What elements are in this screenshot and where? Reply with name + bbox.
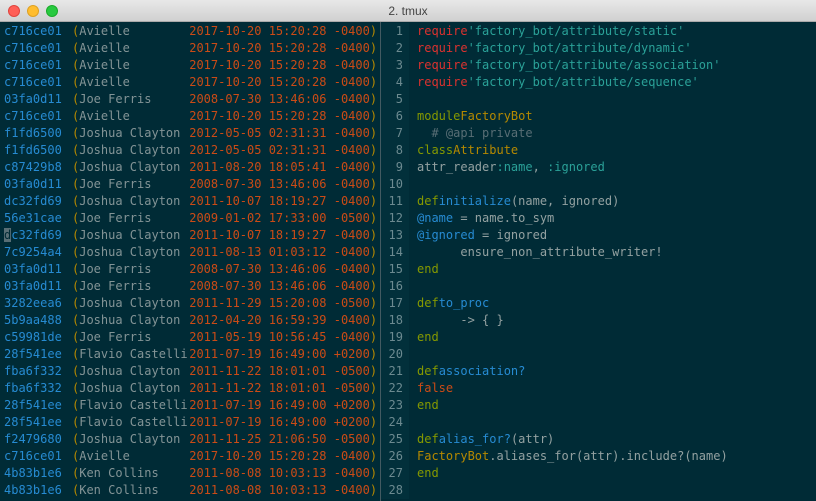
blame-row: c716ce01(Avielle2017-10-20 15:20:28 -040… <box>4 448 380 465</box>
code-line: 5 <box>381 91 816 108</box>
line-number: 9 <box>381 159 409 176</box>
line-number: 2 <box>381 40 409 57</box>
code-line: 18 -> { } <box>381 312 816 329</box>
code-line: 16 <box>381 278 816 295</box>
code-line: 22 false <box>381 380 816 397</box>
code-line: 27 end <box>381 465 816 482</box>
line-number: 17 <box>381 295 409 312</box>
blame-row: f1fd6500(Joshua Clayton2012-05-05 02:31:… <box>4 125 380 142</box>
line-number: 5 <box>381 91 409 108</box>
code-line: 20 <box>381 346 816 363</box>
blame-row: dc32fd69(Joshua Clayton2011-10-07 18:19:… <box>4 193 380 210</box>
line-number: 16 <box>381 278 409 295</box>
blame-row: fba6f332(Joshua Clayton2011-11-22 18:01:… <box>4 380 380 397</box>
line-number: 7 <box>381 125 409 142</box>
code-line: 26 FactoryBot.aliases_for(attr).include?… <box>381 448 816 465</box>
code-line: 13 @ignored = ignored <box>381 227 816 244</box>
line-number: 11 <box>381 193 409 210</box>
blame-row: fba6f332(Joshua Clayton2011-11-22 18:01:… <box>4 363 380 380</box>
line-number: 20 <box>381 346 409 363</box>
blame-row: f1fd6500(Joshua Clayton2012-05-05 02:31:… <box>4 142 380 159</box>
line-number: 22 <box>381 380 409 397</box>
blame-row: 03fa0d11(Joe Ferris2008-07-30 13:46:06 -… <box>4 261 380 278</box>
code-line: 24 <box>381 414 816 431</box>
code-line: 7 # @api private <box>381 125 816 142</box>
code-line: 1require 'factory_bot/attribute/static' <box>381 23 816 40</box>
blame-row: 5b9aa488(Joshua Clayton2012-04-20 16:59:… <box>4 312 380 329</box>
line-number: 19 <box>381 329 409 346</box>
code-line: 14 ensure_non_attribute_writer! <box>381 244 816 261</box>
git-blame-pane: c716ce01(Avielle2017-10-20 15:20:28 -040… <box>0 22 381 501</box>
code-line: 10 <box>381 176 816 193</box>
terminal-area: c716ce01(Avielle2017-10-20 15:20:28 -040… <box>0 22 816 501</box>
blame-row: c716ce01(Avielle2017-10-20 15:20:28 -040… <box>4 74 380 91</box>
blame-row: 28f541ee(Flavio Castelli2011-07-19 16:49… <box>4 397 380 414</box>
blame-row: 56e31cae(Joe Ferris2009-01-02 17:33:00 -… <box>4 210 380 227</box>
code-pane: 1require 'factory_bot/attribute/static'2… <box>381 22 816 501</box>
line-number: 25 <box>381 431 409 448</box>
blame-row: c716ce01(Avielle2017-10-20 15:20:28 -040… <box>4 40 380 57</box>
line-number: 26 <box>381 448 409 465</box>
window-titlebar: 2. tmux <box>0 0 816 22</box>
line-number: 28 <box>381 482 409 499</box>
code-line: 23 end <box>381 397 816 414</box>
line-number: 24 <box>381 414 409 431</box>
code-line: 11 def initialize(name, ignored) <box>381 193 816 210</box>
code-line: 4require 'factory_bot/attribute/sequence… <box>381 74 816 91</box>
code-line: 19 end <box>381 329 816 346</box>
blame-row: dc32fd69(Joshua Clayton2011-10-07 18:19:… <box>4 227 380 244</box>
blame-row: 28f541ee(Flavio Castelli2011-07-19 16:49… <box>4 346 380 363</box>
line-number: 14 <box>381 244 409 261</box>
line-number: 10 <box>381 176 409 193</box>
code-line: 2require 'factory_bot/attribute/dynamic' <box>381 40 816 57</box>
line-number: 8 <box>381 142 409 159</box>
code-line: 28 <box>381 482 816 499</box>
blame-row: 4b83b1e6(Ken Collins2011-08-08 10:03:13 … <box>4 482 380 499</box>
blame-row: 7c9254a4(Joshua Clayton2011-08-13 01:03:… <box>4 244 380 261</box>
line-number: 1 <box>381 23 409 40</box>
code-line: 21 def association? <box>381 363 816 380</box>
code-line: 17 def to_proc <box>381 295 816 312</box>
line-number: 18 <box>381 312 409 329</box>
window-title: 2. tmux <box>0 4 816 18</box>
line-number: 4 <box>381 74 409 91</box>
line-number: 27 <box>381 465 409 482</box>
blame-row: 03fa0d11(Joe Ferris2008-07-30 13:46:06 -… <box>4 278 380 295</box>
blame-row: c716ce01(Avielle2017-10-20 15:20:28 -040… <box>4 57 380 74</box>
code-line: 12 @name = name.to_sym <box>381 210 816 227</box>
blame-row: c716ce01(Avielle2017-10-20 15:20:28 -040… <box>4 108 380 125</box>
blame-row: c716ce01(Avielle2017-10-20 15:20:28 -040… <box>4 23 380 40</box>
code-line: 25 def alias_for?(attr) <box>381 431 816 448</box>
code-line: 9 attr_reader :name, :ignored <box>381 159 816 176</box>
code-line: 15 end <box>381 261 816 278</box>
line-number: 13 <box>381 227 409 244</box>
blame-row: f2479680(Joshua Clayton2011-11-25 21:06:… <box>4 431 380 448</box>
line-number: 23 <box>381 397 409 414</box>
line-number: 6 <box>381 108 409 125</box>
blame-row: c87429b8(Joshua Clayton2011-08-20 18:05:… <box>4 159 380 176</box>
blame-row: 03fa0d11(Joe Ferris2008-07-30 13:46:06 -… <box>4 91 380 108</box>
line-number: 3 <box>381 57 409 74</box>
blame-row: 3282eea6(Joshua Clayton2011-11-29 15:20:… <box>4 295 380 312</box>
code-line: 6module FactoryBot <box>381 108 816 125</box>
code-line: 8 class Attribute <box>381 142 816 159</box>
line-number: 21 <box>381 363 409 380</box>
code-line: 3require 'factory_bot/attribute/associat… <box>381 57 816 74</box>
line-number: 15 <box>381 261 409 278</box>
line-number: 12 <box>381 210 409 227</box>
blame-row: 28f541ee(Flavio Castelli2011-07-19 16:49… <box>4 414 380 431</box>
blame-row: 4b83b1e6(Ken Collins2011-08-08 10:03:13 … <box>4 465 380 482</box>
blame-row: c59981de(Joe Ferris2011-05-19 10:56:45 -… <box>4 329 380 346</box>
blame-row: 03fa0d11(Joe Ferris2008-07-30 13:46:06 -… <box>4 176 380 193</box>
